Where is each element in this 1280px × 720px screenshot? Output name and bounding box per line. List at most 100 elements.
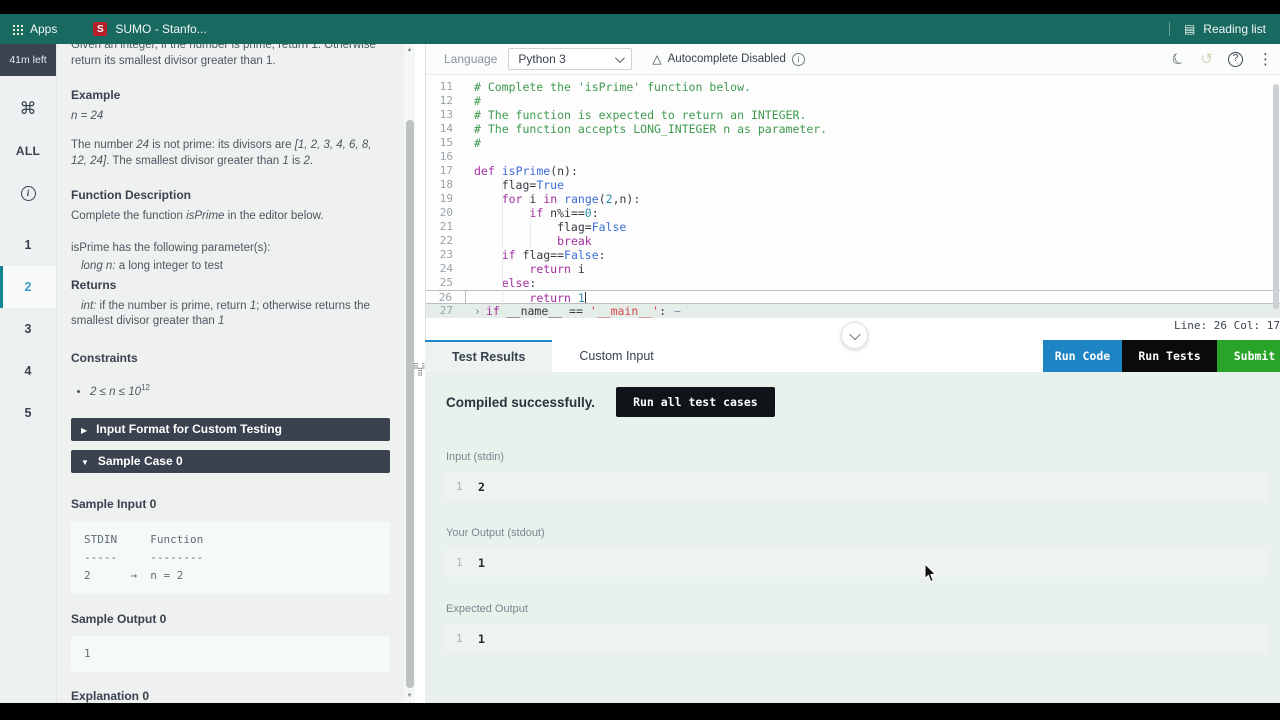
folded-code-icon[interactable]: −: [674, 304, 681, 318]
accordion-sample-case-0[interactable]: ▼ Sample Case 0: [71, 450, 390, 473]
constraint-item: 2 ≤ n ≤ 1012: [90, 380, 390, 400]
result-label: Your Output (stdout): [446, 527, 1268, 539]
more-menu-icon[interactable]: ⋮: [1258, 52, 1273, 67]
result-label: Input (stdin): [446, 451, 1268, 463]
scroll-down-icon[interactable]: ▼: [404, 693, 415, 699]
submit-button[interactable]: Submit: [1217, 340, 1280, 372]
code-line-19[interactable]: 19 for i in range(2,n):: [426, 192, 1280, 206]
question-item-5[interactable]: 5: [0, 392, 56, 434]
tab-test-results[interactable]: Test Results: [425, 340, 552, 372]
code-line-27[interactable]: 27›if __name__ == '__main__':−: [426, 304, 1280, 318]
problem-scrollbar-thumb[interactable]: [406, 120, 414, 688]
run-code-button[interactable]: Run Code: [1043, 340, 1122, 372]
result-box: 11: [446, 548, 1268, 577]
code-line-22[interactable]: 22 break: [426, 234, 1280, 248]
code-line-15[interactable]: 15#: [426, 136, 1280, 150]
language-label: Language: [444, 52, 497, 66]
constraints-heading: Constraints: [71, 351, 390, 367]
line-number: 17: [426, 164, 466, 178]
history-icon[interactable]: ↺: [1200, 52, 1213, 67]
reading-list-button[interactable]: Reading list: [1203, 22, 1266, 36]
chevron-down-icon: [615, 53, 625, 63]
language-dropdown[interactable]: Python 3: [508, 48, 632, 70]
question-item-2[interactable]: 2: [0, 266, 56, 308]
line-number: 19: [426, 192, 466, 206]
sample-output-block: 1: [71, 636, 390, 672]
sample-output-heading: Sample Output 0: [71, 612, 390, 628]
result-box: 12: [446, 472, 1268, 501]
expand-icon: ▶: [81, 423, 87, 439]
dark-mode-icon[interactable]: ☾: [1169, 49, 1188, 69]
code-editor[interactable]: 11# Complete the 'isPrime' function belo…: [426, 75, 1280, 318]
result-value: 1: [478, 556, 485, 570]
mouse-cursor: [924, 564, 937, 588]
question-item-3[interactable]: 3: [0, 308, 56, 350]
line-number: 16: [426, 150, 466, 164]
compile-status: Compiled successfully.: [446, 395, 595, 410]
code-line-16[interactable]: 16: [426, 150, 1280, 164]
code-line-17[interactable]: 17def isPrime(n):: [426, 164, 1280, 178]
code-line-21[interactable]: 21 flag=False: [426, 220, 1280, 234]
sample-input-heading: Sample Input 0: [71, 497, 390, 513]
keyboard-shortcuts-icon[interactable]: ⌘: [0, 88, 56, 130]
code-line-26[interactable]: 26 return 1: [426, 290, 1280, 304]
params-intro: isPrime has the following parameter(s):: [71, 241, 390, 257]
run-tests-button[interactable]: Run Tests: [1122, 340, 1217, 372]
browser-tab-sumo[interactable]: S SUMO - Stanfo...: [83, 14, 216, 44]
collapse-panel-button[interactable]: [841, 322, 868, 349]
result-sections: Input (stdin)12Your Output (stdout)11Exp…: [446, 451, 1268, 653]
test-results-panel: Compiled successfully. Run all test case…: [425, 372, 1280, 703]
line-number: 15: [426, 136, 466, 150]
question-list: 12345: [0, 224, 56, 434]
line-number: 11: [426, 80, 466, 94]
line-number: 21: [426, 220, 466, 234]
example-heading: Example: [71, 88, 390, 104]
code-line-12[interactable]: 12#: [426, 94, 1280, 108]
question-item-4[interactable]: 4: [0, 350, 56, 392]
browser-bar: Apps S SUMO - Stanfo... ▤ Reading list: [0, 14, 1280, 44]
code-line-18[interactable]: 18 flag=True: [426, 178, 1280, 192]
code-line-25[interactable]: 25 else:: [426, 276, 1280, 290]
line-number: 12: [426, 94, 466, 108]
sample-input-block: STDIN Function----- --------2 → n = 2: [71, 522, 390, 594]
function-description-body: Complete the function isPrime in the edi…: [71, 209, 390, 225]
top-black-band: [0, 0, 1280, 14]
line-number: 20: [426, 206, 466, 220]
returns-body: int: if the number is prime, return 1; o…: [71, 299, 390, 330]
code-line-14[interactable]: 14# The function accepts LONG_INTEGER n …: [426, 122, 1280, 136]
editor-toolbar: Language Python 3 △ Autocomplete Disable…: [426, 44, 1280, 75]
indent-guide: [530, 206, 531, 248]
screen: Apps S SUMO - Stanfo... ▤ Reading list 4…: [0, 0, 1280, 720]
problem-panel: Given an integer, if the number is prime…: [57, 44, 404, 703]
line-number: 26: [426, 291, 466, 303]
chevron-down-icon: [849, 328, 860, 339]
example-body: The number 24 is not prime: its divisors…: [71, 138, 390, 169]
result-label: Expected Output: [446, 603, 1268, 615]
code-line-13[interactable]: 13# The function is expected to return a…: [426, 108, 1280, 122]
scroll-up-icon[interactable]: ▲: [404, 47, 415, 53]
all-questions-button[interactable]: ALL: [0, 130, 56, 172]
line-number: 1: [456, 556, 470, 569]
result-value: 1: [478, 632, 485, 646]
question-item-1[interactable]: 1: [0, 224, 56, 266]
line-number: 1: [456, 632, 470, 645]
fold-arrow-icon[interactable]: ›: [474, 304, 481, 318]
code-line-20[interactable]: 20 if n%i==0:: [426, 206, 1280, 220]
tab-custom-input[interactable]: Custom Input: [552, 340, 680, 372]
problem-intro: Given an integer, if the number is prime…: [71, 44, 390, 69]
result-box: 11: [446, 624, 1268, 653]
apps-button[interactable]: Apps: [12, 22, 57, 36]
info-icon[interactable]: i: [0, 172, 56, 214]
code-line-23[interactable]: 23 if flag==False:: [426, 248, 1280, 262]
collapse-icon: ▼: [81, 455, 89, 471]
code-line-11[interactable]: 11# Complete the 'isPrime' function belo…: [426, 80, 1280, 94]
line-number: 24: [426, 262, 466, 276]
autocomplete-info-icon[interactable]: i: [792, 53, 805, 66]
language-value: Python 3: [518, 52, 565, 66]
editor-scrollbar-thumb[interactable]: [1273, 84, 1279, 309]
help-icon[interactable]: ?: [1228, 52, 1243, 67]
run-all-test-cases-button[interactable]: Run all test cases: [616, 387, 775, 417]
accordion-input-format[interactable]: ▶ Input Format for Custom Testing: [71, 418, 390, 441]
result-value: 2: [478, 480, 485, 494]
code-line-24[interactable]: 24 return i: [426, 262, 1280, 276]
